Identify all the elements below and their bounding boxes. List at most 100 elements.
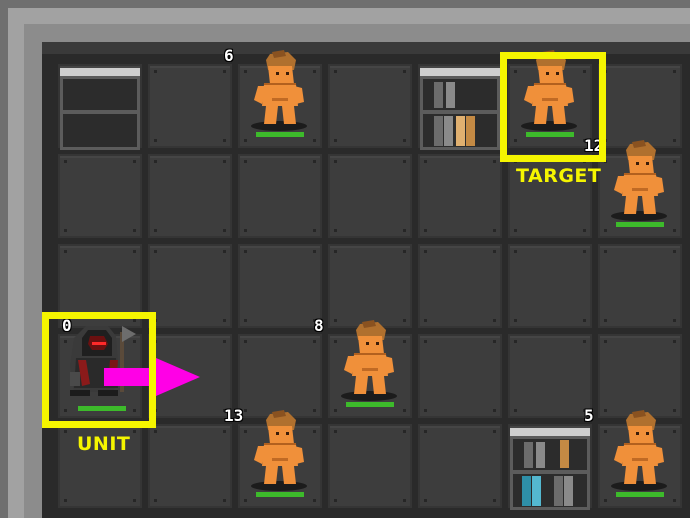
rivet: [514, 250, 517, 253]
bookshelf-empty: [60, 68, 140, 150]
rivet: [583, 340, 586, 343]
rivet: [64, 160, 67, 163]
floor-tile[interactable]: [508, 244, 592, 328]
rivet: [244, 340, 247, 343]
rivet: [223, 319, 226, 322]
floor-tile[interactable]: [508, 334, 592, 418]
book-icon: [554, 476, 563, 506]
rivet: [673, 499, 676, 502]
rivet: [313, 250, 316, 253]
rivet: [223, 250, 226, 253]
unit-highlight: [42, 312, 156, 428]
floor-tile[interactable]: [328, 244, 412, 328]
shelf-board: [513, 470, 587, 474]
book-icon: [444, 116, 453, 146]
floor-tile[interactable]: [418, 424, 502, 508]
rivet: [403, 160, 406, 163]
rivet: [673, 250, 676, 253]
rivet: [493, 250, 496, 253]
rivet: [604, 250, 607, 253]
rivet: [334, 139, 337, 142]
rivet: [403, 70, 406, 73]
rivet: [334, 430, 337, 433]
rivet: [424, 229, 427, 232]
rivet: [154, 160, 157, 163]
floor-tile[interactable]: [418, 244, 502, 328]
rivet: [403, 499, 406, 502]
rivet: [223, 430, 226, 433]
floor-tile[interactable]: [598, 334, 682, 418]
book-icon: [524, 442, 533, 468]
rivet: [334, 160, 337, 163]
villager-icon: [611, 410, 667, 491]
npc-number-label: 6: [224, 46, 234, 65]
book-icon: [522, 476, 531, 506]
floor-tile[interactable]: [418, 334, 502, 418]
rivet: [493, 409, 496, 412]
floor-tile[interactable]: [418, 154, 502, 238]
npc-6[interactable]: [244, 48, 314, 138]
rivet: [223, 139, 226, 142]
rivet: [313, 499, 316, 502]
npc-12[interactable]: [604, 138, 674, 228]
floor-tile[interactable]: [328, 154, 412, 238]
rivet: [424, 499, 427, 502]
rivet: [673, 340, 676, 343]
floor-tile[interactable]: [328, 424, 412, 508]
health-bar: [346, 402, 394, 407]
floor-tile[interactable]: [148, 244, 232, 328]
rivet: [583, 250, 586, 253]
floor-tile[interactable]: [328, 64, 412, 148]
health-bar: [256, 492, 304, 497]
rivet: [244, 499, 247, 502]
rivet: [583, 319, 586, 322]
rivet: [64, 499, 67, 502]
book-icon: [456, 116, 465, 146]
target-caption: TARGET: [516, 165, 602, 187]
npc-13[interactable]: [244, 408, 314, 498]
rivet: [604, 499, 607, 502]
floor-tile[interactable]: [58, 154, 142, 238]
npc-5[interactable]: [604, 408, 674, 498]
rivet: [403, 229, 406, 232]
floor-tile[interactable]: [598, 244, 682, 328]
target-highlight: [500, 52, 606, 162]
rivet: [64, 250, 67, 253]
rivet: [244, 319, 247, 322]
rivet: [223, 229, 226, 232]
book-icon: [466, 116, 475, 146]
rivet: [403, 409, 406, 412]
bookshelf-books: [420, 68, 500, 150]
villager-icon: [251, 50, 307, 131]
rivet: [154, 430, 157, 433]
floor-tile[interactable]: [238, 334, 322, 418]
rivet: [334, 499, 337, 502]
rivet: [334, 250, 337, 253]
rivet: [604, 340, 607, 343]
rivet: [133, 250, 136, 253]
floor-tile[interactable]: [148, 154, 232, 238]
npc-number-label: 8: [314, 316, 324, 335]
book-icon: [536, 442, 545, 468]
rivet: [154, 250, 157, 253]
rivet: [673, 70, 676, 73]
floor-tile[interactable]: [238, 154, 322, 238]
health-bar: [616, 492, 664, 497]
floor-tile[interactable]: [238, 244, 322, 328]
floor-tile[interactable]: [148, 424, 232, 508]
rivet: [154, 70, 157, 73]
rivet: [244, 250, 247, 253]
villager-icon: [341, 320, 397, 401]
rivet: [583, 229, 586, 232]
rivet: [604, 229, 607, 232]
floor-tile[interactable]: [148, 64, 232, 148]
rivet: [424, 430, 427, 433]
shelf-top: [60, 68, 140, 76]
rivet: [223, 340, 226, 343]
rivet: [334, 70, 337, 73]
villager-icon: [611, 140, 667, 221]
npc-8[interactable]: [334, 318, 404, 408]
villager-icon: [251, 410, 307, 491]
rivet: [493, 430, 496, 433]
floor-tile[interactable]: [598, 64, 682, 148]
